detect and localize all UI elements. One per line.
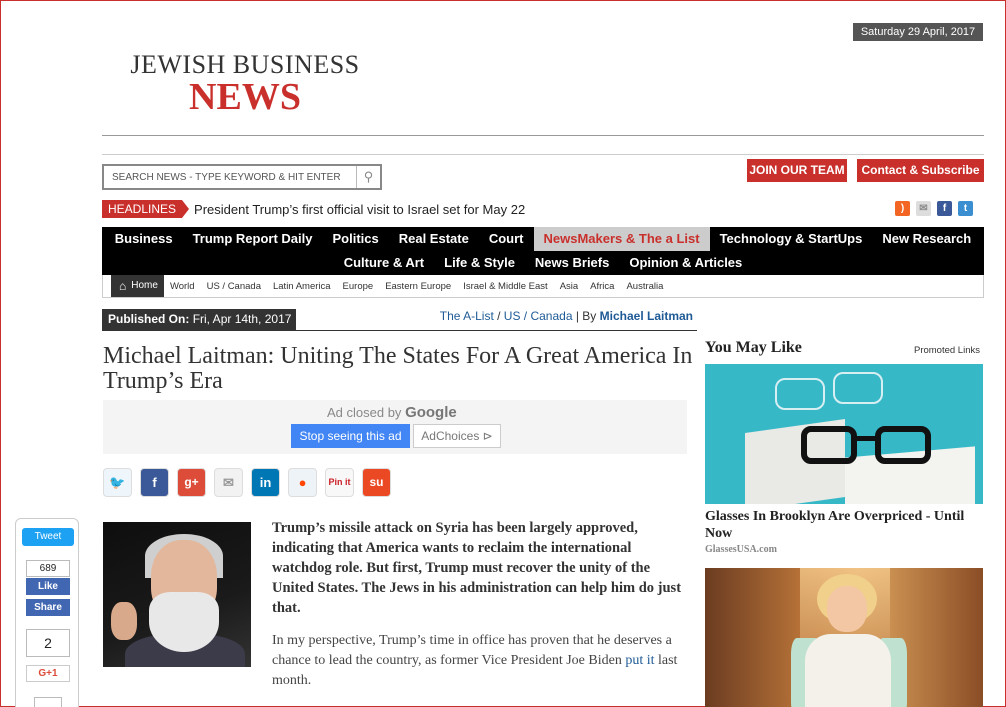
twitter-share-icon[interactable]: 🐦 xyxy=(103,468,132,497)
subnav-us-canada[interactable]: US / Canada xyxy=(201,281,267,292)
published-label: Published On: xyxy=(108,312,190,326)
subnav-world[interactable]: World xyxy=(164,281,201,292)
logo-line-2: NEWS xyxy=(189,76,301,118)
sub-nav: ⌂ Home World US / Canada Latin America E… xyxy=(102,275,984,298)
join-our-team-button[interactable]: JOIN OUR TEAM xyxy=(747,159,847,182)
you-may-like-title: You May Like xyxy=(705,339,802,356)
published-date: Published On: Fri, Apr 14th, 2017 xyxy=(102,309,296,330)
glasses-ad-image[interactable] xyxy=(705,364,983,504)
more-share-button[interactable] xyxy=(34,697,62,707)
nav-row-1: Business Trump Report Daily Politics Rea… xyxy=(102,227,984,251)
floating-share-bar: Tweet 689 Like Share 2 G+1 xyxy=(15,518,79,707)
headlines-ticker: HEADLINES President Trump’s first offici… xyxy=(102,200,525,218)
social-links: ) ✉ f t xyxy=(895,201,973,216)
divider xyxy=(102,154,984,155)
google-plus-count: 2 xyxy=(26,629,70,657)
author-photo xyxy=(103,522,251,667)
nav-opinion-articles[interactable]: Opinion & Articles xyxy=(619,251,752,275)
linkedin-share-icon[interactable]: in xyxy=(251,468,280,497)
mail-icon[interactable]: ✉ xyxy=(916,201,931,216)
paragraph-text: In my perspective, Trump’s time in offic… xyxy=(272,633,672,668)
author-link[interactable]: Michael Laitman xyxy=(600,309,693,323)
share-bar: 🐦 f g+ ✉ in ● Pin it su xyxy=(103,468,391,497)
search-input[interactable] xyxy=(104,166,356,188)
google-logo: Google xyxy=(405,404,457,421)
article-lead: Trump’s missile attack on Syria has been… xyxy=(272,520,682,616)
twitter-icon[interactable]: t xyxy=(958,201,973,216)
date-badge: Saturday 29 April, 2017 xyxy=(853,23,983,41)
subnav-europe[interactable]: Europe xyxy=(337,281,380,292)
nav-technology-startups[interactable]: Technology & StartUps xyxy=(710,227,873,251)
nav-trump-report-daily[interactable]: Trump Report Daily xyxy=(183,227,323,251)
site-logo[interactable]: JEWISH BUSINESS NEWS xyxy=(121,50,369,118)
subnav-latin-america[interactable]: Latin America xyxy=(267,281,337,292)
contact-subscribe-button[interactable]: Contact & Subscribe xyxy=(857,159,984,182)
nav-new-research[interactable]: New Research xyxy=(872,227,981,251)
divider xyxy=(102,135,984,136)
nav-politics[interactable]: Politics xyxy=(322,227,388,251)
subnav-eastern-europe[interactable]: Eastern Europe xyxy=(379,281,457,292)
subnav-asia[interactable]: Asia xyxy=(554,281,584,292)
crumb-a-list[interactable]: The A-List xyxy=(440,309,494,323)
nav-culture-art[interactable]: Culture & Art xyxy=(334,251,434,275)
tweet-button[interactable]: Tweet xyxy=(22,528,74,546)
email-share-icon[interactable]: ✉ xyxy=(214,468,243,497)
home-icon: ⌂ xyxy=(119,279,127,293)
adchoices-button[interactable]: AdChoices ⊳ xyxy=(413,424,501,448)
article-breadcrumb: The A-List / US / Canada | By Michael La… xyxy=(440,309,693,323)
glasses-ad-source: GlassesUSA.com xyxy=(705,544,777,555)
stumbleupon-share-icon[interactable]: su xyxy=(362,468,391,497)
ad-closed-banner: Ad closed by Google Stop seeing this ad … xyxy=(103,400,687,454)
facebook-icon[interactable]: f xyxy=(937,201,952,216)
nav-newsmakers[interactable]: NewsMakers & The a List xyxy=(533,227,710,251)
headline-link[interactable]: President Trump’s first official visit t… xyxy=(194,202,525,217)
search-box: ⚲ xyxy=(102,164,382,190)
promoted-links-label[interactable]: Promoted Links xyxy=(914,345,980,356)
stop-seeing-ad-button[interactable]: Stop seeing this ad xyxy=(291,424,410,448)
article-paragraph: In my perspective, Trump’s time in offic… xyxy=(272,631,684,691)
search-icon[interactable]: ⚲ xyxy=(356,166,380,188)
subnav-home[interactable]: ⌂ Home xyxy=(111,275,164,297)
nav-court[interactable]: Court xyxy=(479,227,534,251)
logo-line-1: JEWISH BUSINESS xyxy=(130,50,360,79)
facebook-like-button[interactable]: Like xyxy=(26,578,70,595)
promoted-image-2[interactable] xyxy=(705,568,983,707)
nav-news-briefs[interactable]: News Briefs xyxy=(525,251,619,275)
divider xyxy=(102,330,697,331)
ad-closed-label: Ad closed by xyxy=(327,405,402,420)
facebook-share-button[interactable]: Share xyxy=(26,599,70,616)
pinterest-share-icon[interactable]: Pin it xyxy=(325,468,354,497)
put-it-link[interactable]: put it xyxy=(625,653,654,668)
crumb-separator: / xyxy=(493,309,504,323)
nav-business[interactable]: Business xyxy=(105,227,183,251)
by-label: | By xyxy=(572,309,600,323)
subnav-australia[interactable]: Australia xyxy=(620,281,669,292)
facebook-share-icon[interactable]: f xyxy=(140,468,169,497)
rss-icon[interactable]: ) xyxy=(895,201,910,216)
nav-life-style[interactable]: Life & Style xyxy=(434,251,525,275)
google-plus-share-icon[interactable]: g+ xyxy=(177,468,206,497)
headlines-tag: HEADLINES xyxy=(102,200,190,218)
nav-row-2: Culture & Art Life & Style News Briefs O… xyxy=(102,251,984,275)
reddit-share-icon[interactable]: ● xyxy=(288,468,317,497)
glasses-ad-caption[interactable]: Glasses In Brooklyn Are Overpriced - Unt… xyxy=(705,508,983,542)
subnav-africa[interactable]: Africa xyxy=(584,281,620,292)
nav-real-estate[interactable]: Real Estate xyxy=(389,227,479,251)
subnav-israel-middle-east[interactable]: Israel & Middle East xyxy=(457,281,553,292)
home-label: Home xyxy=(131,280,158,291)
facebook-count: 689 xyxy=(26,560,70,577)
published-value: Fri, Apr 14th, 2017 xyxy=(192,312,292,326)
crumb-us-canada[interactable]: US / Canada xyxy=(504,309,573,323)
ad-closed-by: Ad closed by Google xyxy=(327,404,457,421)
google-plus-one-button[interactable]: G+1 xyxy=(26,665,70,682)
main-nav: Business Trump Report Daily Politics Rea… xyxy=(102,227,984,275)
article-title: Michael Laitman: Uniting The States For … xyxy=(103,343,693,394)
